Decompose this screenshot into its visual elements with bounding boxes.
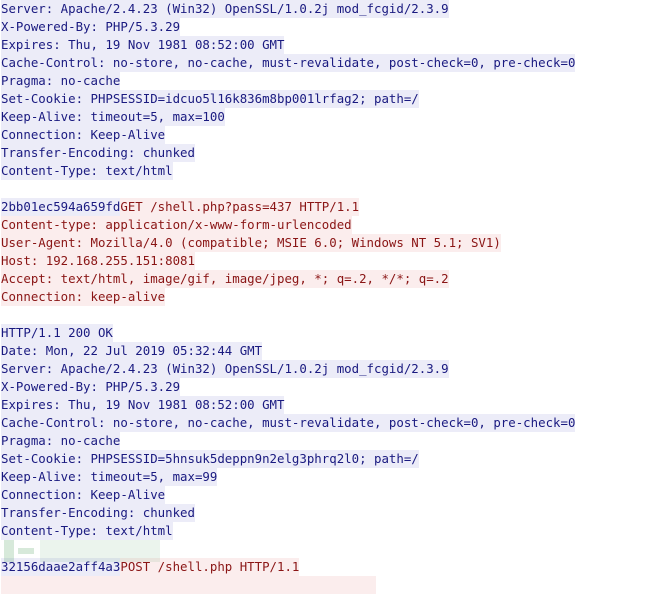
- response-line: Expires: Thu, 19 Nov 1981 08:52:00 GMT: [1, 396, 285, 414]
- response-line: Keep-Alive: timeout=5, max=100: [1, 108, 225, 126]
- request-line: 32156daae2aff4a3POST /shell.php HTTP/1.1: [1, 558, 575, 576]
- request-header-line: Connection: keep-alive: [1, 288, 166, 306]
- http-request-line: GET /shell.php?pass=437 HTTP/1.1: [120, 198, 360, 216]
- request-header-line: Host: 192.168.255.151:8081: [1, 252, 195, 270]
- response-line: Server: Apache/2.4.23 (Win32) OpenSSL/1.…: [1, 0, 449, 18]
- response-block-3: HTTP/1.1 200 OK Date: Mon, 22 Jul 2019 0…: [1, 324, 576, 540]
- response-line: Pragma: no-cache: [1, 72, 121, 90]
- response-line: X-Powered-By: PHP/5.3.29: [1, 18, 181, 36]
- response-line: Connection: Keep-Alive: [1, 486, 166, 504]
- request-header-line: Content-type: application/x-www-form-url…: [1, 216, 352, 234]
- tcp-stream-content: Server: Apache/2.4.23 (Win32) OpenSSL/1.…: [1, 0, 576, 594]
- chunk-size-prefix: 2bb01ec594a659fd: [1, 198, 121, 216]
- response-line: Pragma: no-cache: [1, 432, 121, 450]
- response-line: Set-Cookie: PHPSESSID=idcuo5l16k836m8bp0…: [1, 90, 419, 108]
- response-line: Expires: Thu, 19 Nov 1981 08:52:00 GMT: [1, 36, 285, 54]
- chunk-size-prefix: 32156daae2aff4a3: [1, 558, 121, 576]
- response-block-1: Server: Apache/2.4.23 (Win32) OpenSSL/1.…: [1, 0, 576, 180]
- request-header-line: Accept: text/html, image/gif, image/jpeg…: [1, 270, 449, 288]
- http-request-line: POST /shell.php HTTP/1.1: [120, 558, 300, 576]
- response-line: X-Powered-By: PHP/5.3.29: [1, 378, 181, 396]
- response-line: Transfer-Encoding: chunked: [1, 504, 195, 522]
- response-line: Cache-Control: no-store, no-cache, must-…: [1, 54, 576, 72]
- response-line: Content-Type: text/html: [1, 162, 173, 180]
- response-line: Date: Mon, 22 Jul 2019 05:32:44 GMT: [1, 342, 263, 360]
- request-header-line: User-Agent: Mozilla/4.0 (compatible; MSI…: [1, 234, 501, 252]
- response-line: Transfer-Encoding: chunked: [1, 144, 195, 162]
- request-line: 2bb01ec594a659fdGET /shell.php?pass=437 …: [1, 198, 575, 216]
- response-line: Set-Cookie: PHPSESSID=5hnsuk5deppn9n2elg…: [1, 450, 419, 468]
- response-line: Cache-Control: no-store, no-cache, must-…: [1, 414, 576, 432]
- request-block-4: 32156daae2aff4a3POST /shell.php HTTP/1.1: [1, 558, 575, 594]
- response-line: Keep-Alive: timeout=5, max=99: [1, 468, 218, 486]
- response-line: Server: Apache/2.4.23 (Win32) OpenSSL/1.…: [1, 360, 449, 378]
- response-line: Content-Type: text/html: [1, 522, 173, 540]
- response-line: HTTP/1.1 200 OK: [1, 324, 113, 342]
- response-line: Connection: Keep-Alive: [1, 126, 166, 144]
- request-block-2: 2bb01ec594a659fdGET /shell.php?pass=437 …: [1, 198, 575, 306]
